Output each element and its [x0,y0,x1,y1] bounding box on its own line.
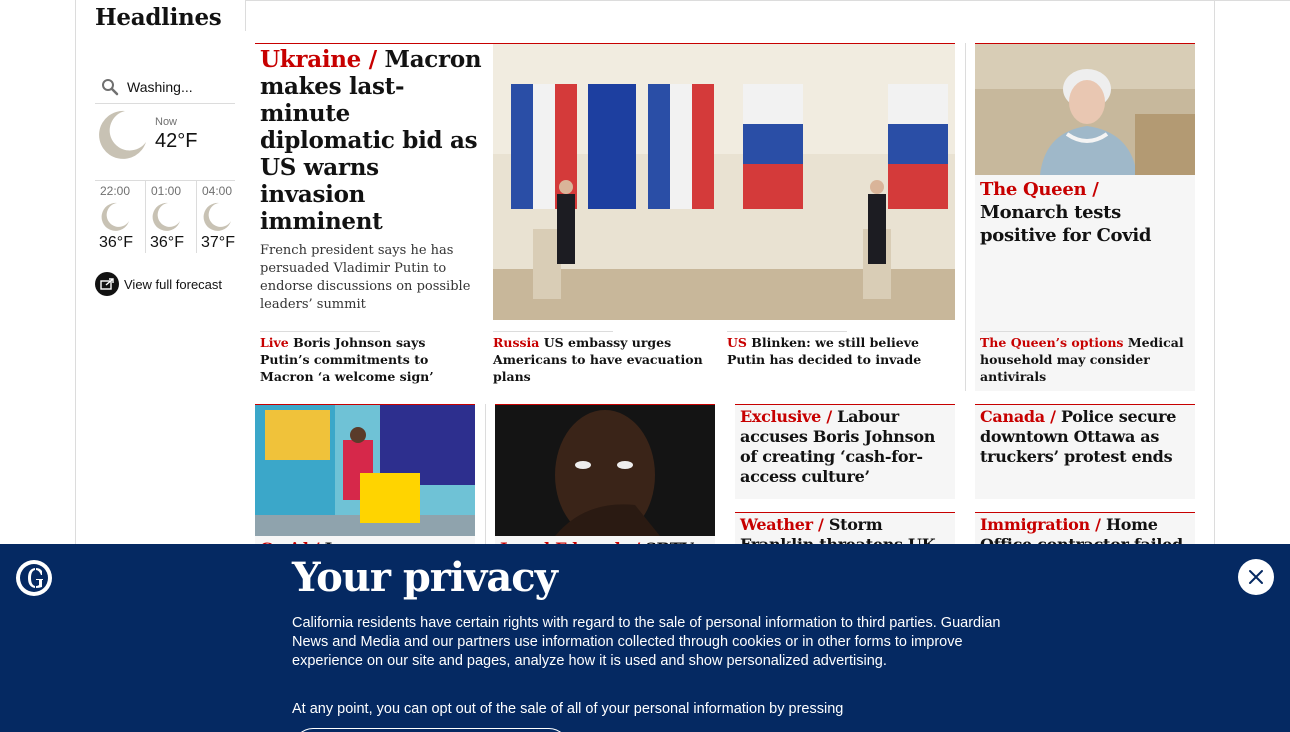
labour-story-card[interactable]: Exclusive / Labour accuses Boris Johnson… [735,404,955,499]
sublink[interactable]: Live Boris Johnson says Putin’s commitme… [260,331,475,385]
weather-hour-temp: 36°F [99,234,133,251]
sublink-kicker: Russia [493,335,540,350]
canada-story-card[interactable]: Canada / Police secure downtown Ottawa a… [975,404,1195,499]
sublink[interactable]: The Queen’s options Medical household ma… [980,331,1190,385]
divider [245,0,1290,1]
main-headline[interactable]: Ukraine / Macron makes last-minute diplo… [260,46,486,235]
close-icon [1249,570,1263,584]
queen-headline-text: Monarch tests positive for Covid [980,202,1152,246]
privacy-banner: Your privacy California residents have c… [0,544,1290,732]
weather-hour: 04:00 37°F [197,181,235,253]
labour-kicker: Exclusive / [740,407,832,426]
weather-location: Washing... [127,78,193,95]
weather-story-kicker: Weather / [740,515,824,534]
labour-headline[interactable]: Exclusive / Labour accuses Boris Johnson… [740,407,952,487]
view-forecast-label: View full forecast [124,276,223,292]
weather-hour-time: 04:00 [202,184,233,198]
divider [965,43,966,391]
weather-now: Now 42°F [95,108,235,178]
privacy-title: Your privacy [292,554,558,601]
search-icon [102,78,119,95]
sublink-kicker: US [727,335,747,350]
moon-icon [152,202,180,231]
weather-now-label: Now [155,116,178,128]
macron-putin-photo[interactable] [493,44,955,320]
close-button[interactable] [1238,559,1274,595]
covid-story-card[interactable]: Covid / Jo... [255,404,475,558]
jamal-edwards-photo[interactable] [495,405,715,536]
immigration-kicker: Immigration / [980,515,1101,534]
view-forecast-link[interactable]: View full forecast [95,272,222,296]
moon-icon [101,202,129,231]
weather-hour: 01:00 36°F [146,181,197,253]
sublink-kicker: Live [260,335,289,350]
privacy-body-optout: At any point, you can opt out of the sal… [292,701,844,717]
weather-hour: 22:00 36°F [95,181,146,253]
sublink[interactable]: US Blinken: we still believe Putin has d… [727,331,949,368]
main-story-card[interactable]: Ukraine / Macron makes last-minute diplo… [255,43,955,391]
privacy-body: California residents have certain rights… [292,615,1001,669]
queen-photo[interactable] [975,44,1195,175]
sublink-kicker: The Queen’s options [980,335,1124,350]
divider [245,0,246,31]
main-standfirst: French president says he has persuaded V… [260,243,471,312]
canada-headline[interactable]: Canada / Police secure downtown Ottawa a… [980,407,1192,467]
section-title: Headlines [95,4,222,31]
main-headline-text: Macron makes last-minute diplomatic bid … [260,46,482,235]
sublink-text: Blinken: we still believe Putin has deci… [727,335,922,367]
weather-now-temp: 42°F [155,130,198,152]
queen-story-card[interactable]: The Queen / Monarch tests positive for C… [975,43,1195,391]
guardian-logo-icon [16,560,52,596]
external-link-icon [95,272,119,296]
weather-hourly: 22:00 36°F 01:00 36°F 04:00 37°F [95,180,235,253]
moon-icon [99,110,146,159]
queen-headline[interactable]: The Queen / Monarch tests positive for C… [980,178,1192,247]
divider [485,404,486,544]
jamal-edwards-story-card[interactable]: Jamal Edwards / SBTV... [495,404,715,558]
weather-hour-time: 22:00 [100,184,131,198]
privacy-options-button[interactable] [293,728,569,732]
weather-hour-temp: 37°F [201,234,235,251]
main-kicker: Ukraine / [260,46,377,73]
queen-kicker: The Queen / [980,179,1099,200]
weather-hour-temp: 36°F [150,234,184,251]
weather-hour-time: 01:00 [151,184,182,198]
weather-location-search[interactable]: Washing... [95,70,235,104]
canada-kicker: Canada / [980,407,1056,426]
covid-test-photo[interactable] [255,405,475,536]
moon-icon [203,202,231,231]
sublink[interactable]: Russia US embassy urges Americans to hav… [493,331,715,385]
